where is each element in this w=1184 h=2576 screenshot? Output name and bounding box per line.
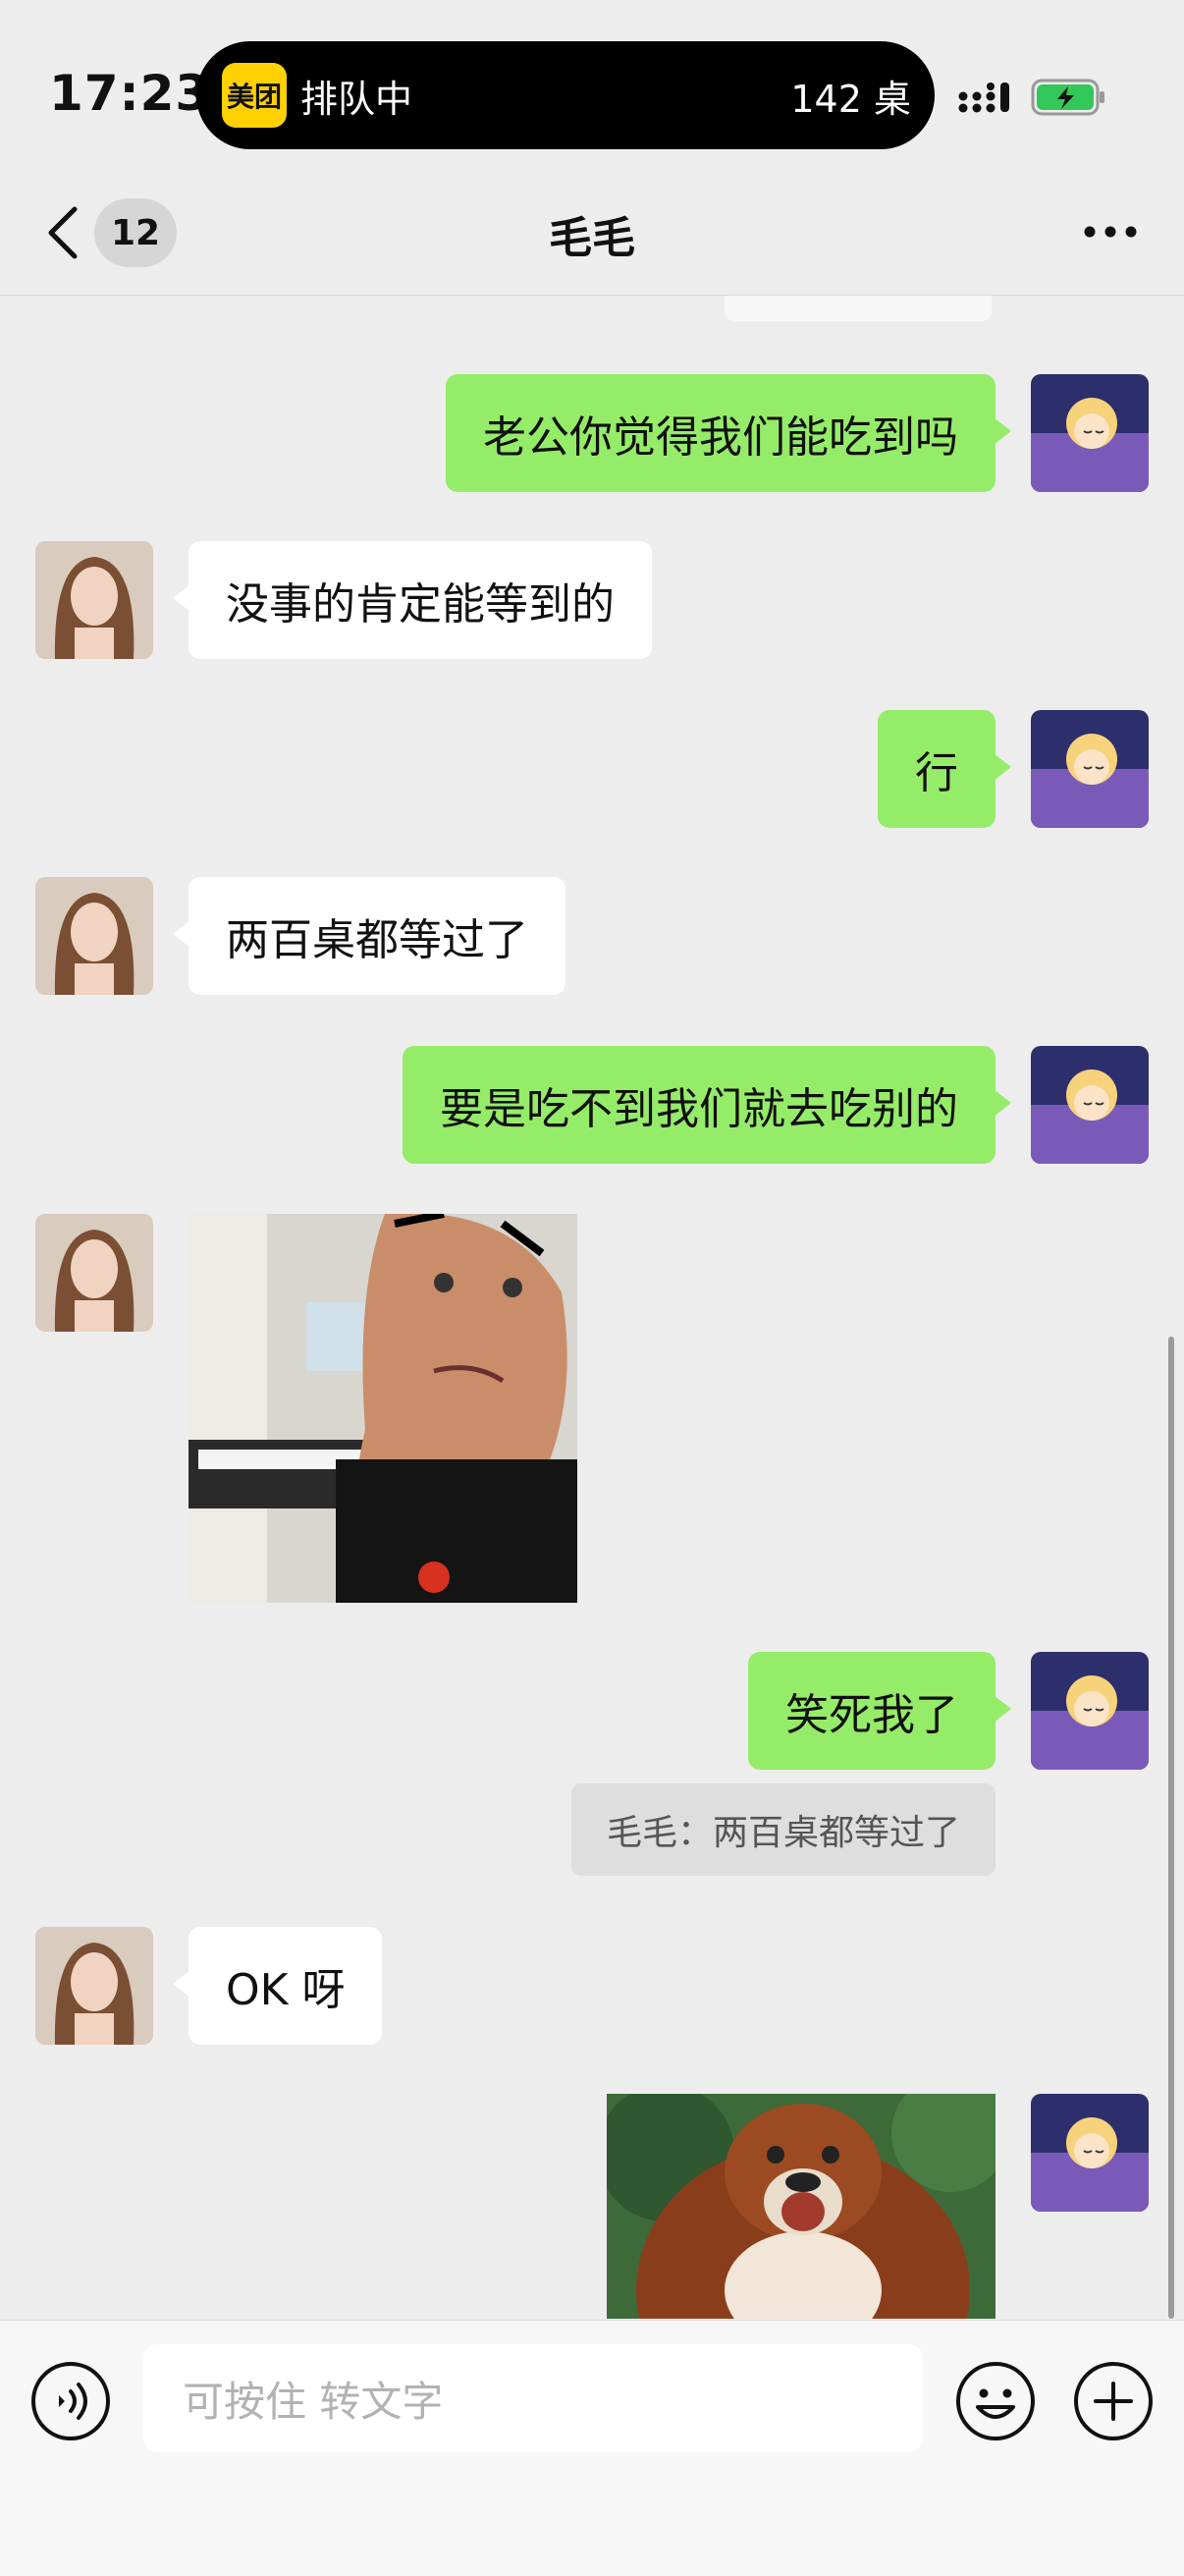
message-bubble[interactable]: 老公你觉得我们能吃到吗	[446, 374, 1011, 492]
queue-status: 排队中	[300, 78, 413, 121]
message-bubble[interactable]: 笑死我了	[748, 1652, 1011, 1770]
my-avatar[interactable]	[1031, 1046, 1149, 1164]
emoji-icon[interactable]	[954, 2360, 1037, 2442]
message-input[interactable]: 可按住 转文字	[143, 2344, 923, 2452]
my-avatar[interactable]	[1031, 374, 1149, 492]
queue-count: 142 桌	[790, 78, 911, 121]
message-list[interactable]: 老公你觉得我们能吃到吗 没事的肯定能等到的 行 两百桌都等过了 要是吃不到我们就…	[0, 296, 1184, 2319]
scrollbar[interactable]	[1168, 1337, 1174, 2319]
contact-avatar[interactable]	[35, 541, 153, 659]
previous-message-fragment	[725, 296, 992, 321]
quoted-reply[interactable]: 毛毛：两百桌都等过了	[570, 1783, 996, 1876]
dynamic-island[interactable]: 美团 排队中 142 桌	[196, 41, 935, 149]
signal-icon	[958, 82, 1009, 113]
meituan-logo: 美团	[222, 63, 287, 128]
my-avatar[interactable]	[1031, 1652, 1149, 1770]
plus-icon[interactable]	[1072, 2360, 1155, 2442]
meme-image-message[interactable]	[188, 1214, 577, 1603]
chat-title: 毛毛	[549, 213, 635, 263]
my-avatar[interactable]	[1031, 710, 1149, 828]
my-avatar[interactable]	[1031, 2094, 1149, 2212]
more-icon[interactable]	[1082, 222, 1139, 242]
message-bubble[interactable]: 要是吃不到我们就去吃别的	[403, 1046, 1011, 1164]
voice-icon[interactable]	[29, 2360, 112, 2442]
contact-avatar[interactable]	[35, 1214, 153, 1332]
input-bar: 可按住 转文字	[0, 2320, 1184, 2576]
battery-icon	[1031, 79, 1104, 116]
message-bubble[interactable]: 没事的肯定能等到的	[173, 541, 652, 659]
status-time: 17:23	[49, 65, 211, 122]
bear-sticker-message[interactable]	[607, 2094, 996, 2319]
chat-header: 12 毛毛	[0, 167, 1184, 296]
message-bubble[interactable]: OK 呀	[172, 1927, 383, 2045]
contact-avatar[interactable]	[35, 1927, 153, 2045]
message-bubble[interactable]: 行	[878, 710, 1011, 828]
contact-avatar[interactable]	[35, 877, 153, 995]
message-bubble[interactable]: 两百桌都等过了	[173, 877, 565, 995]
